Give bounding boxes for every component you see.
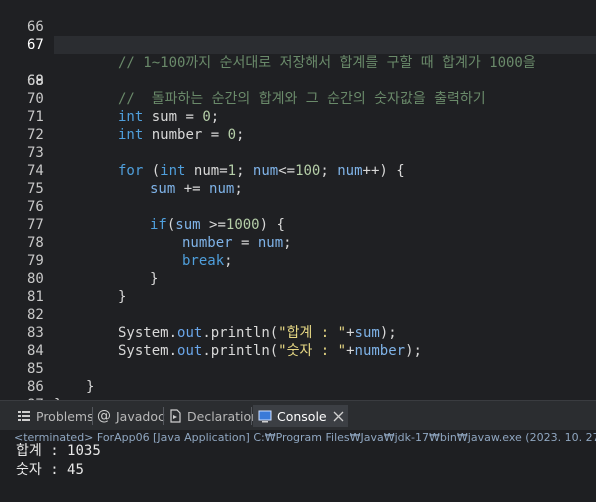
code-line: 85 } xyxy=(0,342,596,395)
at-icon: @ xyxy=(97,408,111,424)
console-output[interactable]: 합계 : 1035 숫자 : 45 xyxy=(0,443,596,502)
bottom-panel-tabbar: Problems @ Javadoc Declaration Console xyxy=(0,400,596,430)
tab-console[interactable]: Console xyxy=(253,405,348,427)
code-line: 75 xyxy=(0,162,596,197)
code-line: 77 number = num; xyxy=(0,198,596,251)
code-line: 69 xyxy=(0,54,596,89)
code-line: 80 } xyxy=(0,252,596,305)
close-icon[interactable] xyxy=(333,411,344,422)
code-line: 84 xyxy=(0,324,596,359)
terminated-status-text: <terminated> ForApp06 [Java Application]… xyxy=(14,431,596,444)
console-line: 합계 : 1035 xyxy=(16,443,101,459)
code-line: 87 xyxy=(0,378,596,400)
tab-label: Javadoc xyxy=(116,408,165,424)
tab-problems[interactable]: Problems xyxy=(16,405,94,427)
code-line: 74 sum += num; xyxy=(0,144,596,197)
code-line: 83 System.out.println("숫자 : "+number); xyxy=(0,306,596,359)
tab-divider xyxy=(163,407,164,425)
tab-label: Problems xyxy=(36,408,94,424)
console-icon xyxy=(257,408,273,424)
code-line: 79 } xyxy=(0,234,596,287)
code-line: 76 if(sum >=1000) { xyxy=(0,180,596,233)
code-line: 86 } xyxy=(0,360,596,400)
code-line: 72 xyxy=(0,108,596,143)
code-line: 78 break; xyxy=(0,216,596,269)
declaration-icon xyxy=(167,408,183,424)
tab-divider xyxy=(92,407,93,425)
tab-javadoc[interactable]: @ Javadoc xyxy=(96,405,165,427)
tab-label: Declaration xyxy=(187,408,260,424)
code-line: 70 int sum = 0; xyxy=(0,72,596,125)
code-line: 81 xyxy=(0,270,596,305)
code-line: 71 int number = 0; xyxy=(0,90,596,143)
tab-divider xyxy=(251,407,252,425)
code-line: 66 xyxy=(0,0,596,35)
code-editor[interactable]: 66 67 // 1~100까지 순서대로 저장해서 합계를 구할 때 합계가 … xyxy=(0,0,596,400)
code-line: 67 // 1~100까지 순서대로 저장해서 합계를 구할 때 합계가 100… xyxy=(0,18,596,71)
tab-declaration[interactable]: Declaration xyxy=(167,405,259,427)
code-line: 82 System.out.println("합계 : "+sum); xyxy=(0,288,596,341)
current-code-line: 68 // 돌파하는 순간의 합계와 그 순간의 숫자값을 출력하기 xyxy=(0,36,596,107)
console-line: 숫자 : 45 xyxy=(16,462,84,478)
problems-icon xyxy=(16,408,32,424)
current-line-highlight xyxy=(54,36,596,54)
tab-label: Console xyxy=(277,408,327,424)
code-line: 73 for (int num=1; num<=100; num++) { xyxy=(0,126,596,179)
